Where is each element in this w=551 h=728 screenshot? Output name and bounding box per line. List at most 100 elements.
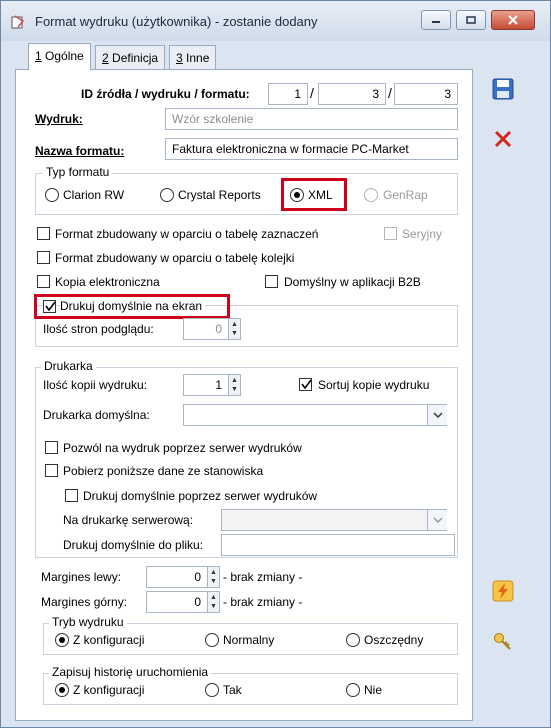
checkbox-pobierz[interactable] bbox=[45, 464, 58, 477]
cancel-button[interactable] bbox=[489, 125, 517, 153]
radio-tryb-normalny-label: Normalny bbox=[223, 633, 275, 647]
tab-definicja[interactable]: 2 Definicja bbox=[95, 45, 166, 69]
checkbox-drukuj-serwer-label: Drukuj domyślnie poprzez serwer wydruków bbox=[83, 489, 318, 503]
checkbox-sortuj[interactable] bbox=[299, 378, 312, 391]
nazwa-label: Nazwa formatu: bbox=[35, 144, 125, 158]
checkbox-ekran[interactable] bbox=[43, 300, 56, 313]
tryb-legend: Tryb wydruku bbox=[49, 615, 127, 629]
historia-legend: Zapisuj historię uruchomienia bbox=[49, 665, 212, 679]
tab-label: Ogólne bbox=[41, 49, 84, 63]
save-icon bbox=[492, 78, 514, 100]
close-icon bbox=[508, 15, 518, 25]
radio-xml[interactable] bbox=[290, 188, 304, 202]
tab-inne[interactable]: 3 Inne bbox=[169, 45, 217, 69]
margines-gorny-label: Margines górny: bbox=[41, 595, 128, 609]
checkbox-kolejki-label: Format zbudowany w oparciu o tabelę kole… bbox=[55, 251, 295, 265]
kopie-label: Ilość kopii wydruku: bbox=[43, 378, 148, 392]
radio-genrap bbox=[364, 188, 378, 202]
checkbox-seryjny-label: Seryjny bbox=[402, 227, 443, 241]
dialog-window: Format wydruku (użytkownika) - zostanie … bbox=[0, 0, 551, 728]
checkbox-kolejki[interactable] bbox=[37, 251, 50, 264]
checkbox-serwer[interactable] bbox=[45, 441, 58, 454]
lightning-button[interactable] bbox=[489, 577, 517, 605]
radio-clarion[interactable] bbox=[45, 188, 59, 202]
window-title: Format wydruku (użytkownika) - zostanie … bbox=[35, 14, 318, 29]
radio-xml-label: XML bbox=[308, 188, 333, 202]
tab-ogolne[interactable]: 1 Ogólne bbox=[28, 43, 91, 70]
typ-formatu-legend: Typ formatu bbox=[43, 165, 113, 179]
checkmark-icon bbox=[301, 379, 312, 390]
na-drukarke-label: Na drukarkę serwerową: bbox=[63, 513, 194, 527]
chevron-down-icon bbox=[433, 412, 443, 419]
tab-label: Definicja bbox=[108, 51, 159, 65]
save-button[interactable] bbox=[489, 75, 517, 103]
margines-lewy-label: Margines lewy: bbox=[41, 570, 122, 584]
drukarka-domyslna-select[interactable] bbox=[183, 404, 447, 426]
app-icon bbox=[11, 15, 25, 29]
radio-historia-konfiguracji-label: Z konfiguracji bbox=[73, 683, 145, 697]
checkmark-icon bbox=[45, 301, 56, 312]
checkbox-zaznaczen[interactable] bbox=[37, 227, 50, 240]
radio-tryb-oszczedny-label: Oszczędny bbox=[364, 633, 424, 647]
radio-tryb-konfiguracji[interactable] bbox=[55, 633, 69, 647]
nazwa-field[interactable]: Faktura elektroniczna w formacie PC-Mark… bbox=[165, 138, 458, 160]
margines-gorny-spinner[interactable]: ▲ ▼ bbox=[207, 592, 219, 612]
radio-clarion-label: Clarion RW bbox=[63, 188, 125, 202]
checkbox-kopia-label: Kopia elektroniczna bbox=[55, 275, 160, 289]
radio-historia-nie-label: Nie bbox=[364, 683, 383, 697]
drukarka-legend: Drukarka bbox=[41, 359, 96, 373]
cancel-icon bbox=[494, 130, 512, 148]
radio-historia-konfiguracji[interactable] bbox=[55, 683, 69, 697]
title-bar[interactable]: Format wydruku (użytkownika) - zostanie … bbox=[1, 1, 550, 41]
do-pliku-field[interactable] bbox=[221, 534, 455, 556]
checkbox-drukuj-serwer[interactable] bbox=[65, 489, 78, 502]
radio-crystal-label: Crystal Reports bbox=[178, 188, 261, 202]
minimize-button[interactable] bbox=[421, 10, 451, 30]
maximize-button[interactable] bbox=[456, 10, 486, 30]
radio-historia-nie[interactable] bbox=[346, 683, 360, 697]
tab-key: 2 bbox=[102, 51, 109, 65]
id-separator: / bbox=[310, 85, 314, 101]
kopie-spinner[interactable]: ▲ ▼ bbox=[228, 375, 240, 395]
minimize-icon bbox=[432, 21, 440, 23]
do-pliku-label: Drukuj domyślnie do pliku: bbox=[63, 538, 204, 552]
id-separator: / bbox=[388, 85, 392, 101]
chevron-down-icon bbox=[433, 517, 443, 524]
podglad-spinner: ▲ ▼ bbox=[228, 319, 240, 339]
checkbox-pobierz-label: Pobierz poniższe dane ze stanowiska bbox=[63, 464, 264, 478]
tab-key: 3 bbox=[176, 51, 183, 65]
checkbox-ekran-label: Drukuj domyślnie na ekran bbox=[60, 299, 206, 313]
margines-gorny-suffix: - brak zmiany - bbox=[223, 595, 303, 609]
close-button[interactable] bbox=[491, 10, 535, 30]
id-label: ID źródła / wydruku / formatu: bbox=[81, 87, 250, 101]
radio-crystal[interactable] bbox=[160, 188, 174, 202]
drukarka-dropdown-button[interactable] bbox=[427, 405, 447, 425]
id-print-field[interactable]: 3 bbox=[318, 83, 386, 105]
key-button[interactable] bbox=[489, 627, 517, 655]
checkbox-kopia[interactable] bbox=[37, 275, 50, 288]
maximize-icon bbox=[466, 16, 476, 24]
checkbox-b2b-label: Domyślny w aplikacji B2B bbox=[284, 275, 421, 289]
margines-lewy-spinner[interactable]: ▲ ▼ bbox=[207, 567, 219, 587]
drukarka-domyslna-label: Drukarka domyślna: bbox=[43, 408, 150, 422]
id-source-field[interactable]: 1 bbox=[268, 83, 308, 105]
radio-tryb-konfiguracji-label: Z konfiguracji bbox=[73, 633, 145, 647]
tab-key: 1 bbox=[35, 49, 42, 63]
radio-tryb-oszczedny[interactable] bbox=[346, 633, 360, 647]
checkbox-b2b[interactable] bbox=[265, 275, 278, 288]
tab-label: Inne bbox=[182, 51, 210, 65]
id-format-field[interactable]: 3 bbox=[394, 83, 458, 105]
wydruk-label: Wydruk: bbox=[35, 112, 83, 126]
radio-genrap-label: GenRap bbox=[383, 188, 428, 202]
margines-lewy-suffix: - brak zmiany - bbox=[223, 570, 303, 584]
checkbox-zaznaczen-label: Format zbudowany w oparciu o tabelę zazn… bbox=[55, 227, 319, 241]
podglad-label: Ilość stron podglądu: bbox=[43, 322, 154, 336]
checkbox-seryjny bbox=[384, 227, 397, 240]
checkbox-serwer-label: Pozwól na wydruk poprzez serwer wydruków bbox=[63, 441, 302, 455]
lightning-icon bbox=[492, 580, 514, 602]
radio-tryb-normalny[interactable] bbox=[205, 633, 219, 647]
wydruk-field[interactable]: Wzór szkolenie bbox=[165, 108, 458, 130]
na-drukarke-dropdown-button bbox=[427, 510, 447, 530]
radio-historia-tak[interactable] bbox=[205, 683, 219, 697]
na-drukarke-select bbox=[221, 509, 447, 531]
